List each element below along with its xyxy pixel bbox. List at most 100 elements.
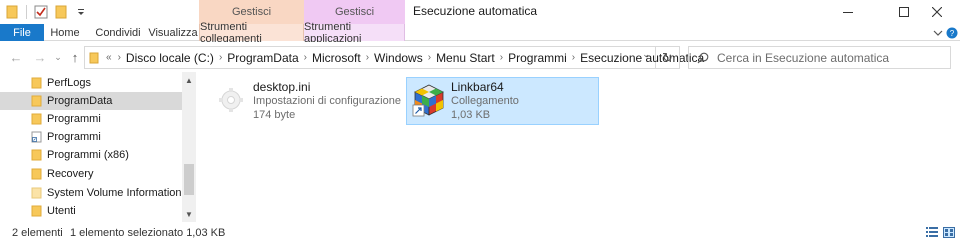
file-info: Linkbar64 Collegamento 1,03 KB bbox=[451, 80, 519, 122]
properties-checkbox-icon[interactable] bbox=[33, 4, 49, 20]
breadcrumb-item[interactable]: ProgramData bbox=[225, 51, 300, 65]
breadcrumb-item[interactable]: Windows bbox=[372, 51, 425, 65]
expand-ribbon-button[interactable] bbox=[932, 26, 944, 40]
folder-icon bbox=[31, 95, 42, 107]
breadcrumb-item[interactable]: Programmi bbox=[506, 51, 569, 65]
close-button[interactable] bbox=[914, 0, 960, 24]
folder-icon bbox=[89, 52, 99, 64]
selection-info: 1 elemento selezionato 1,03 KB bbox=[70, 227, 226, 239]
nav-item-label: PerfLogs bbox=[47, 77, 92, 89]
new-folder-icon[interactable] bbox=[53, 4, 69, 20]
tiles-view-icon bbox=[943, 227, 955, 238]
nav-item-programdata[interactable]: ProgramData bbox=[0, 92, 182, 110]
tab-share[interactable]: Condividi bbox=[88, 24, 148, 41]
nav-item-perflogs[interactable]: PerfLogs bbox=[0, 74, 182, 92]
tab-view[interactable]: Visualizza bbox=[148, 24, 198, 41]
nav-item-label: ProgramData bbox=[47, 95, 113, 107]
nav-item-label: Programmi (x86) bbox=[47, 149, 129, 161]
folder-icon bbox=[31, 205, 42, 217]
minimize-icon bbox=[843, 12, 853, 13]
chevron-right-icon[interactable]: › bbox=[216, 52, 225, 63]
title-bar: Gestisci Gestisci Esecuzione automatica bbox=[0, 0, 960, 24]
breadcrumb: « › Disco locale (C:) › ProgramData › Mi… bbox=[103, 51, 706, 65]
chevron-right-icon[interactable]: › bbox=[497, 52, 506, 63]
chevron-right-icon[interactable]: › bbox=[569, 52, 578, 63]
tab-application-tools[interactable]: Strumenti applicazioni bbox=[304, 21, 405, 45]
arrow-left-icon: ← bbox=[9, 49, 23, 65]
customize-toolbar-icon[interactable] bbox=[73, 4, 89, 20]
file-size: 1,03 KB bbox=[451, 109, 491, 121]
file-name: Linkbar64 bbox=[451, 80, 504, 94]
large-icons-view-button[interactable] bbox=[943, 227, 955, 238]
scroll-up-button[interactable]: ▲ bbox=[182, 72, 196, 88]
file-item-desktop-ini[interactable]: desktop.ini Impostazioni di configurazio… bbox=[209, 78, 401, 126]
refresh-button[interactable]: ↻ bbox=[656, 46, 680, 69]
toolbar-divider bbox=[26, 5, 27, 19]
help-button[interactable]: ? bbox=[946, 26, 958, 40]
file-type: Impostazioni di configurazione bbox=[253, 95, 401, 107]
address-bar[interactable]: « › Disco locale (C:) › ProgramData › Mi… bbox=[84, 46, 704, 69]
folder-icon[interactable] bbox=[4, 4, 20, 20]
nav-item-label: Recovery bbox=[47, 168, 94, 180]
shortcut-folder-icon bbox=[31, 131, 42, 143]
breadcrumb-item[interactable]: Microsoft bbox=[310, 51, 363, 65]
breadcrumb-item[interactable]: Disco locale (C:) bbox=[124, 51, 216, 65]
chevron-up-icon: ▲ bbox=[185, 75, 193, 85]
file-type: Collegamento bbox=[451, 95, 519, 107]
scroll-down-button[interactable]: ▼ bbox=[182, 206, 196, 222]
folder-icon bbox=[31, 187, 42, 199]
search-input[interactable] bbox=[717, 50, 937, 65]
arrow-up-icon: ↑ bbox=[71, 49, 79, 65]
file-size: 174 byte bbox=[253, 109, 296, 121]
nav-item-system-volume-information[interactable]: System Volume Information bbox=[0, 184, 182, 202]
item-count: 2 elementi bbox=[12, 227, 63, 239]
tab-shortcut-tools[interactable]: Strumenti collegamenti bbox=[199, 21, 304, 45]
chevron-right-icon[interactable]: › bbox=[115, 52, 124, 63]
nav-scrollbar[interactable]: ▲ ▼ bbox=[182, 72, 196, 222]
folder-icon bbox=[31, 77, 42, 89]
details-view-icon bbox=[926, 227, 938, 237]
nav-item-label: Utenti bbox=[47, 205, 76, 217]
file-info: desktop.ini Impostazioni di configurazio… bbox=[253, 80, 401, 122]
recent-locations-button[interactable]: ⌄ bbox=[52, 48, 64, 66]
address-history-button[interactable]: ⌄ bbox=[639, 46, 653, 62]
folder-icon bbox=[31, 168, 42, 180]
help-icon: ? bbox=[946, 27, 958, 39]
status-bar: 2 elementi 1 elemento selezionato 1,03 K… bbox=[0, 222, 960, 242]
window-title: Esecuzione automatica bbox=[413, 4, 538, 18]
rubiks-cube-shortcut-icon bbox=[412, 84, 444, 117]
search-box[interactable] bbox=[688, 46, 951, 69]
breadcrumb-overflow[interactable]: « bbox=[103, 52, 115, 63]
search-icon bbox=[697, 52, 709, 63]
file-list[interactable]: desktop.ini Impostazioni di configurazio… bbox=[197, 72, 960, 222]
chevron-right-icon[interactable]: › bbox=[363, 52, 372, 63]
breadcrumb-item[interactable]: Menu Start bbox=[434, 51, 497, 65]
refresh-icon: ↻ bbox=[662, 49, 673, 65]
forward-button[interactable]: → bbox=[32, 48, 48, 66]
chevron-down-icon bbox=[933, 30, 943, 36]
navigation-pane: PerfLogs ProgramData Programmi Programmi… bbox=[0, 72, 196, 222]
quick-access-toolbar bbox=[4, 3, 89, 21]
nav-item-programmi-x86[interactable]: Programmi (x86) bbox=[0, 146, 182, 164]
chevron-down-icon: ▼ bbox=[185, 209, 193, 219]
chevron-right-icon[interactable]: › bbox=[301, 52, 310, 63]
svg-text:?: ? bbox=[950, 29, 955, 38]
chevron-right-icon[interactable]: › bbox=[425, 52, 434, 63]
nav-item-label: Programmi bbox=[47, 113, 101, 125]
maximize-icon bbox=[899, 7, 909, 17]
minimize-button[interactable] bbox=[825, 0, 871, 24]
nav-item-programmi-link[interactable]: Programmi bbox=[0, 128, 182, 146]
nav-item-recovery[interactable]: Recovery bbox=[0, 165, 182, 183]
details-view-button[interactable] bbox=[926, 227, 938, 238]
chevron-down-icon: ⌄ bbox=[54, 51, 62, 62]
scrollbar-thumb[interactable] bbox=[184, 164, 194, 195]
nav-item-label: Programmi bbox=[47, 131, 101, 143]
up-button[interactable]: ↑ bbox=[68, 48, 82, 66]
file-item-linkbar64[interactable]: Linkbar64 Collegamento 1,03 KB bbox=[406, 77, 599, 125]
nav-item-programmi[interactable]: Programmi bbox=[0, 110, 182, 128]
tab-file[interactable]: File bbox=[0, 24, 44, 41]
back-button[interactable]: ← bbox=[8, 48, 24, 66]
tab-home[interactable]: Home bbox=[44, 24, 86, 41]
close-icon bbox=[932, 7, 942, 17]
nav-item-utenti[interactable]: Utenti bbox=[0, 202, 182, 220]
